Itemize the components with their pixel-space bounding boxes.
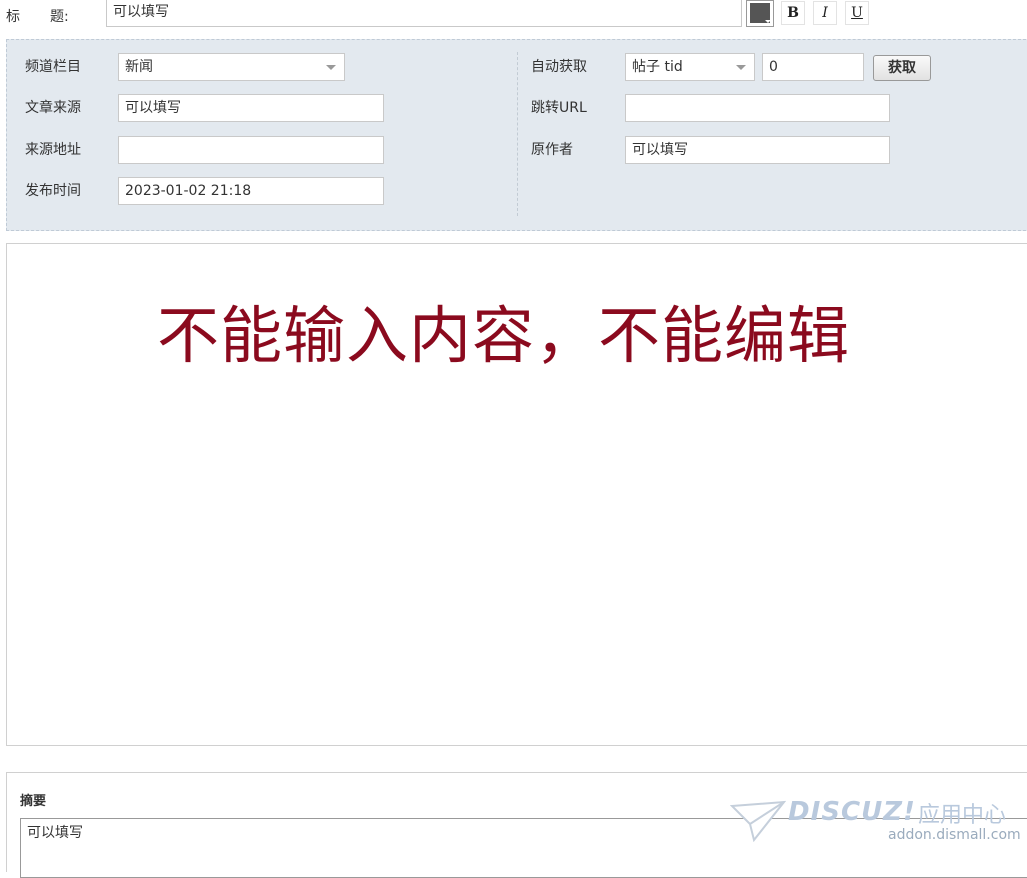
source-url-label: 来源地址 bbox=[25, 142, 81, 158]
author-label: 原作者 bbox=[531, 142, 573, 158]
redirect-url-input[interactable] bbox=[625, 94, 890, 122]
channel-select-value: 新闻 bbox=[125, 59, 153, 75]
chevron-down-icon bbox=[765, 20, 771, 23]
source-input[interactable]: 可以填写 bbox=[118, 94, 384, 122]
watermark-url: addon.dismall.com bbox=[888, 827, 1021, 843]
channel-label: 频道栏目 bbox=[25, 59, 81, 75]
auto-fetch-type-select[interactable]: 帖子 tid bbox=[625, 53, 755, 81]
title-label-char1: 标 bbox=[6, 9, 20, 25]
paper-plane-logo-icon bbox=[730, 800, 786, 842]
color-picker-button[interactable] bbox=[746, 0, 774, 27]
fetch-button[interactable]: 获取 bbox=[873, 55, 931, 81]
italic-button[interactable]: I bbox=[813, 1, 837, 25]
meta-divider bbox=[517, 52, 518, 216]
auto-fetch-id-input[interactable]: 0 bbox=[762, 53, 864, 81]
title-input[interactable]: 可以填写 bbox=[106, 0, 742, 27]
channel-select[interactable]: 新闻 bbox=[118, 53, 345, 81]
source-label: 文章来源 bbox=[25, 100, 81, 116]
source-url-input[interactable] bbox=[118, 136, 384, 164]
summary-textarea[interactable]: 可以填写 bbox=[20, 818, 1027, 878]
underline-button[interactable]: U bbox=[845, 1, 869, 25]
author-input[interactable]: 可以填写 bbox=[625, 136, 890, 164]
publish-time-input[interactable]: 2023-01-02 21:18 bbox=[118, 177, 384, 205]
title-label-char2: 题: bbox=[50, 9, 69, 25]
chevron-down-icon bbox=[326, 65, 336, 70]
watermark-brand: DISCUZ! bbox=[788, 797, 916, 827]
bold-button[interactable]: B bbox=[781, 1, 805, 25]
redirect-url-label: 跳转URL bbox=[531, 100, 587, 116]
auto-fetch-type-value: 帖子 tid bbox=[632, 59, 683, 75]
watermark-subtitle: 应用中心 bbox=[918, 803, 1007, 828]
chevron-down-icon bbox=[736, 65, 746, 70]
publish-time-label: 发布时间 bbox=[25, 183, 81, 199]
auto-fetch-label: 自动获取 bbox=[531, 59, 587, 75]
editor-message: 不能输入内容，不能编辑 bbox=[157, 299, 851, 372]
summary-label: 摘要 bbox=[20, 794, 47, 809]
